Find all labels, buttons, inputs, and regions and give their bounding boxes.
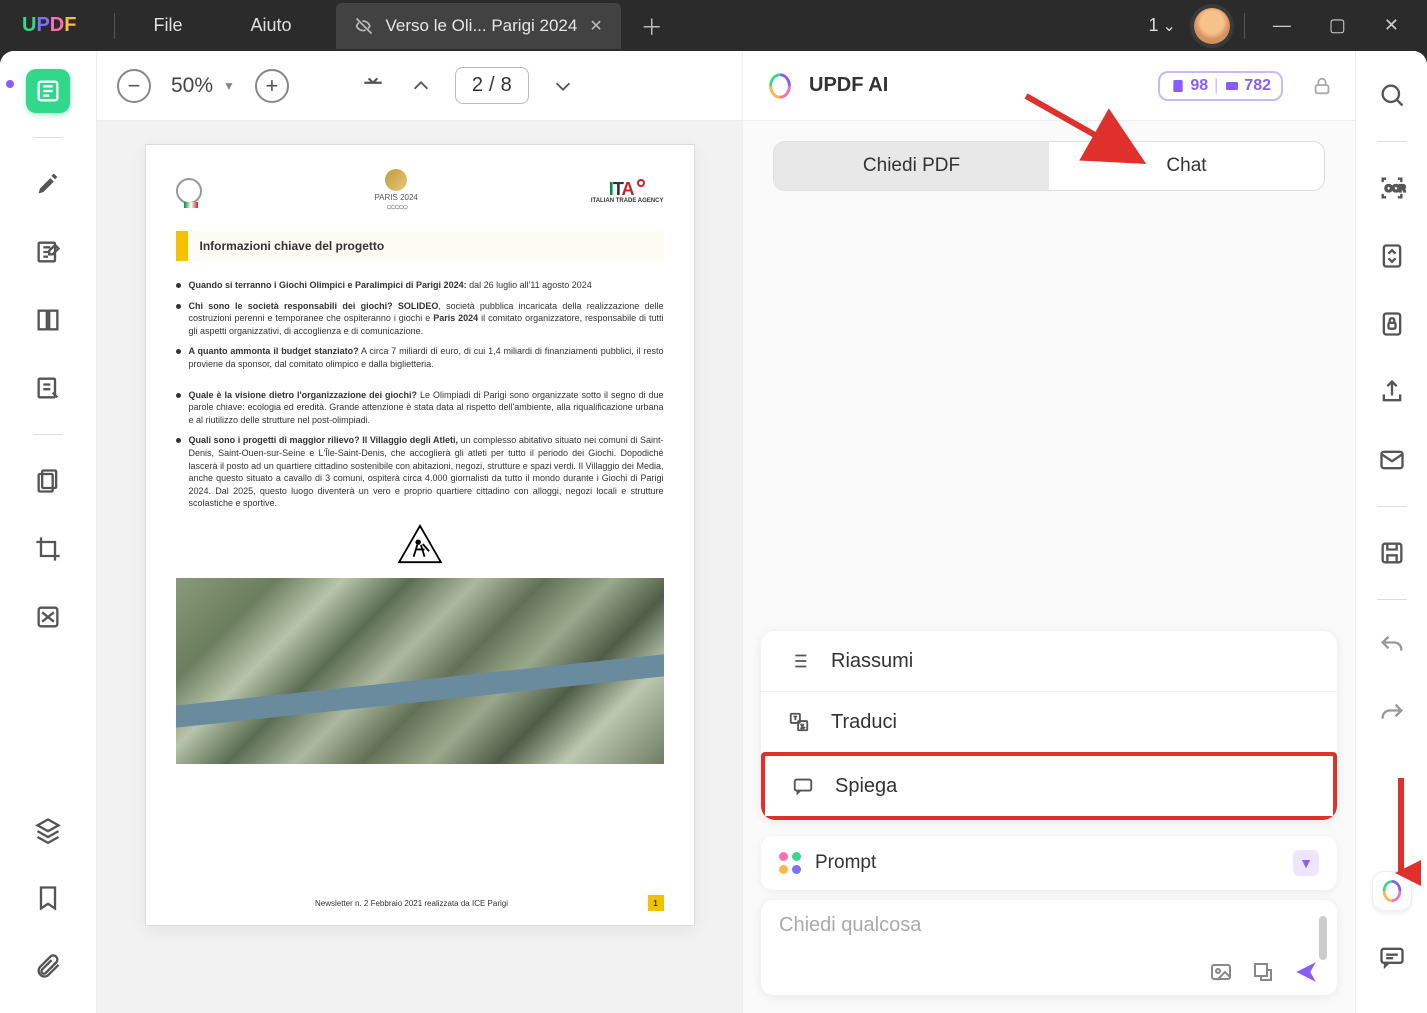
tab-ask-pdf[interactable]: Chiedi PDF — [774, 142, 1049, 190]
protect-button[interactable] — [1370, 302, 1414, 346]
form-tool-button[interactable] — [26, 366, 70, 410]
ai-launch-button[interactable] — [1372, 871, 1412, 911]
page-number: 1 — [648, 895, 664, 911]
chat-bubble-icon — [791, 774, 815, 798]
document-canvas[interactable]: PARIS 2024 ○○○○○ ITA ITALIAN TRADE AGENC… — [97, 121, 742, 1013]
construction-sign-icon — [397, 524, 443, 564]
menu-help[interactable]: Aiuto — [216, 15, 325, 36]
ai-panel: UPDF AI 98 | 782 Chiedi PD — [743, 51, 1355, 1013]
notification-dot — [6, 80, 14, 88]
redact-tool-button[interactable] — [26, 595, 70, 639]
ai-panel-title: UPDF AI — [809, 74, 888, 97]
send-button[interactable] — [1293, 959, 1319, 985]
divider — [1377, 141, 1407, 142]
edit-text-tool-button[interactable] — [26, 230, 70, 274]
email-button[interactable] — [1370, 438, 1414, 482]
comments-button[interactable] — [1370, 935, 1414, 979]
bullet-text: Chi sono le società responsabili dei gio… — [189, 300, 664, 338]
ai-actions-card: Riassumi Traduci Spiega — [761, 631, 1337, 820]
fit-width-button[interactable] — [359, 72, 387, 100]
page-up-button[interactable] — [407, 72, 435, 100]
zoom-out-button[interactable]: − — [117, 69, 151, 103]
translate-icon — [787, 710, 811, 734]
attachment-button[interactable] — [26, 944, 70, 988]
italy-emblem-logo — [176, 178, 202, 204]
bullet-text: Quale è la visione dietro l'organizzazio… — [189, 389, 664, 427]
pages-badge: 98 — [1170, 77, 1208, 95]
bookmark-button[interactable] — [26, 876, 70, 920]
page-indicator[interactable]: 2 / 8 — [455, 67, 529, 104]
chat-input-container — [761, 900, 1337, 995]
tab-chat[interactable]: Chat — [1049, 142, 1324, 190]
action-summarize[interactable]: Riassumi — [761, 631, 1337, 691]
ai-mode-tabs: Chiedi PDF Chat — [773, 141, 1325, 191]
close-window-button[interactable]: ✕ — [1370, 15, 1413, 36]
chevron-down-icon: ▼ — [1293, 850, 1319, 876]
footer-text: Newsletter n. 2 Febbraio 2021 realizzata… — [315, 899, 508, 908]
tab-count-dropdown[interactable]: 1 — [1140, 15, 1183, 36]
credits-badges[interactable]: 98 | 782 — [1158, 71, 1283, 101]
prompt-grid-icon — [779, 852, 801, 874]
screenshot-button[interactable] — [1251, 960, 1275, 984]
action-translate[interactable]: Traduci — [761, 691, 1337, 752]
reader-mode-button[interactable] — [26, 69, 70, 113]
page-layout-button[interactable] — [26, 298, 70, 342]
minimize-button[interactable]: ― — [1259, 15, 1305, 36]
highlight-tool-button[interactable] — [26, 162, 70, 206]
tab-title: Verso le Oli... Parigi 2024 — [386, 16, 578, 36]
page-down-button[interactable] — [549, 72, 577, 100]
list-icon — [787, 649, 811, 673]
scrollbar[interactable] — [1319, 916, 1327, 960]
prompt-selector[interactable]: Prompt ▼ — [761, 836, 1337, 890]
save-button[interactable] — [1370, 531, 1414, 575]
ocr-button[interactable]: OCR — [1370, 166, 1414, 210]
bullet-text: A quanto ammonta il budget stanziato? A … — [189, 345, 664, 370]
separator — [1244, 13, 1245, 39]
divider — [1377, 506, 1407, 507]
divider — [33, 434, 63, 435]
add-tab-button[interactable]: ＋ — [641, 10, 663, 42]
document-toolbar: − 50%▼ + 2 / 8 — [97, 51, 742, 121]
bullet-text: Quando si terranno i Giochi Olimpici e P… — [189, 279, 592, 292]
share-button[interactable] — [1370, 370, 1414, 414]
right-sidebar: OCR — [1355, 51, 1427, 1013]
zoom-in-button[interactable]: + — [255, 69, 289, 103]
pages-panel-button[interactable] — [26, 459, 70, 503]
document-tab[interactable]: Verso le Oli... Parigi 2024 ✕ — [336, 3, 621, 49]
svg-text:OCR: OCR — [1385, 184, 1406, 194]
zoom-level-dropdown[interactable]: 50%▼ — [171, 74, 235, 98]
redo-button[interactable] — [1370, 692, 1414, 736]
avatar[interactable] — [1194, 8, 1230, 44]
updf-ai-logo-icon — [765, 71, 795, 101]
credits-badge: 782 — [1224, 77, 1271, 95]
eye-off-icon — [354, 16, 374, 36]
maximize-button[interactable]: ▢ — [1315, 15, 1360, 36]
app-logo: UPDF — [0, 14, 110, 37]
close-tab-button[interactable]: ✕ — [589, 16, 602, 36]
crop-tool-button[interactable] — [26, 527, 70, 571]
divider — [33, 137, 63, 138]
layers-button[interactable] — [26, 808, 70, 852]
lock-icon[interactable] — [1311, 75, 1333, 97]
separator — [114, 13, 115, 39]
convert-button[interactable] — [1370, 234, 1414, 278]
chat-input[interactable] — [779, 914, 1319, 937]
divider — [1377, 599, 1407, 600]
ita-logo: ITA ITALIAN TRADE AGENCY — [591, 179, 664, 204]
image-attach-button[interactable] — [1209, 960, 1233, 984]
paris-2024-logo: PARIS 2024 ○○○○○ — [374, 169, 417, 213]
action-explain[interactable]: Spiega — [761, 752, 1337, 820]
menu-file[interactable]: File — [119, 15, 216, 36]
left-sidebar — [0, 51, 96, 1013]
section-heading: Informazioni chiave del progetto — [176, 231, 664, 261]
undo-button[interactable] — [1370, 624, 1414, 668]
search-button[interactable] — [1370, 73, 1414, 117]
aerial-photo — [176, 578, 664, 764]
bullet-text: Quali sono i progetti di maggior rilievo… — [189, 434, 664, 510]
pdf-page: PARIS 2024 ○○○○○ ITA ITALIAN TRADE AGENC… — [146, 145, 694, 925]
